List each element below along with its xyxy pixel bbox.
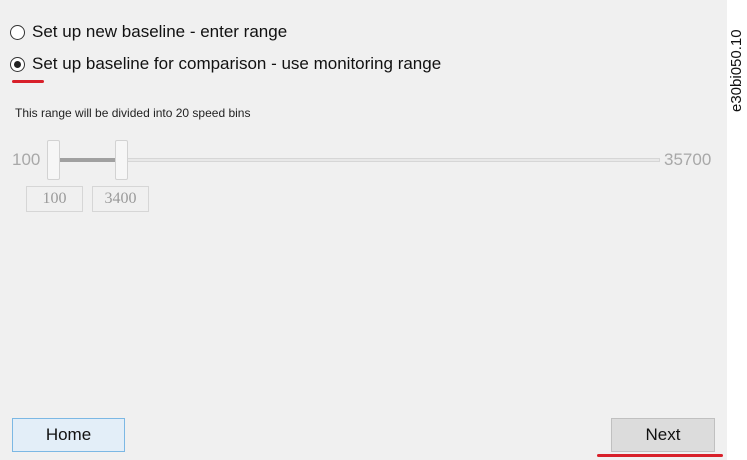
- range-slider-high-handle[interactable]: [115, 140, 128, 180]
- radio-label-new-baseline: Set up new baseline - enter range: [32, 22, 288, 41]
- figure-code-label: e30bi050.10: [728, 29, 745, 112]
- radio-button-new-baseline[interactable]: [10, 24, 25, 40]
- radio-button-comparison-baseline[interactable]: [10, 56, 25, 72]
- range-slider-track[interactable]: [50, 158, 660, 162]
- range-slider-low-handle[interactable]: [47, 140, 60, 180]
- home-button[interactable]: Home: [12, 418, 125, 452]
- slider-min-label: 100: [12, 150, 41, 169]
- radio-option-new-baseline[interactable]: Set up new baseline - enter range: [10, 22, 287, 42]
- range-high-value-field[interactable]: 3400: [92, 186, 149, 212]
- range-slider-selected-range: [60, 158, 116, 162]
- baseline-setup-panel: Set up new baseline - enter range Set up…: [0, 0, 727, 460]
- highlight-underline-radio: [12, 80, 44, 83]
- range-low-value-field[interactable]: 100: [26, 186, 83, 212]
- radio-label-comparison-baseline: Set up baseline for comparison - use mon…: [32, 54, 442, 73]
- radio-option-comparison-baseline[interactable]: Set up baseline for comparison - use mon…: [10, 54, 441, 74]
- range-info-text: This range will be divided into 20 speed…: [15, 106, 251, 120]
- next-button[interactable]: Next: [611, 418, 715, 452]
- highlight-underline-next: [597, 454, 723, 457]
- slider-max-label: 35700: [664, 150, 712, 169]
